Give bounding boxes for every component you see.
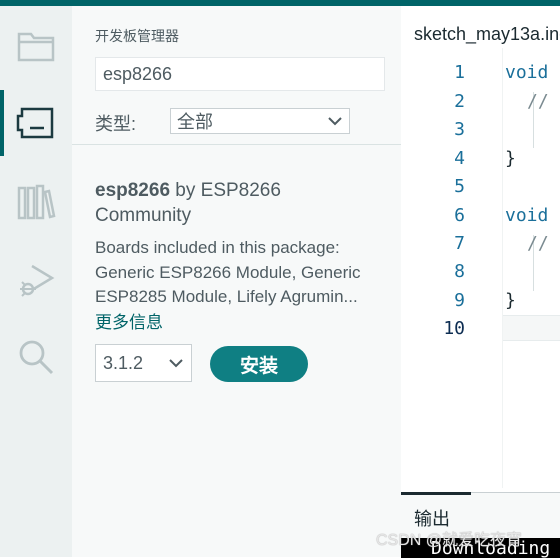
debug-icon [20, 264, 55, 297]
gutter-separator [502, 48, 503, 488]
debug-button[interactable] [0, 256, 72, 308]
install-button[interactable]: 安装 [210, 346, 308, 382]
code-editor[interactable]: sketch_may13a.ino 1 2 3 4 5 6 7 8 9 10 v… [401, 6, 560, 557]
package-description: Boards included in this package: Generic… [95, 236, 385, 310]
line-number: 2 [454, 91, 465, 112]
folder-icon [17, 32, 55, 62]
output-tab-indicator [401, 492, 471, 495]
line-number: 4 [454, 148, 465, 169]
desc-line: ESP8285 Module, Lifely Agrumin... [95, 287, 358, 306]
library-manager-button[interactable] [0, 176, 72, 228]
code-comment: // [527, 91, 549, 112]
type-filter-value: 全部 [177, 112, 213, 132]
line-number: 9 [454, 290, 465, 311]
code-line: } [505, 148, 516, 169]
editor-tab[interactable]: sketch_may13a.ino [414, 24, 560, 45]
line-number: 8 [454, 261, 465, 282]
line-number: 7 [454, 233, 465, 254]
version-select[interactable]: 3.1.2 [95, 344, 192, 382]
board-search-input[interactable] [95, 57, 385, 91]
search-button[interactable] [0, 331, 72, 383]
panel-title: 开发板管理器 [95, 28, 179, 44]
line-number: 3 [454, 119, 465, 140]
more-info-link[interactable]: 更多信息 [95, 308, 163, 333]
search-icon [19, 340, 54, 375]
activity-bar [0, 6, 72, 557]
line-number: 1 [454, 62, 465, 83]
line-number: 6 [454, 205, 465, 226]
current-line-highlight [502, 315, 560, 341]
package-author: by ESP8266 [175, 180, 281, 201]
code-comment: // [527, 233, 549, 254]
watermark: CSDN @就爱吃夜宵 [376, 532, 523, 549]
code-line: void [505, 205, 549, 226]
line-number: 5 [454, 176, 465, 197]
code-line: } [505, 290, 516, 311]
type-filter-select[interactable]: 全部 [170, 108, 350, 134]
package-title: esp8266 by ESP8266 Community [95, 178, 385, 228]
line-number: 10 [443, 318, 465, 339]
package-author-cont: Community [95, 205, 192, 226]
sketchbook-button[interactable] [0, 20, 72, 72]
desc-line: Generic ESP8266 Module, Generic [95, 262, 361, 282]
chevron-down-icon [169, 359, 183, 368]
code-line: void [505, 62, 549, 83]
version-value: 3.1.2 [103, 352, 144, 373]
chevron-down-icon [328, 117, 342, 126]
desc-line: Boards included in this package: [95, 238, 340, 257]
boards-manager-icon [16, 107, 54, 139]
package-name: esp8266 [95, 180, 171, 201]
boards-manager-button[interactable] [0, 97, 72, 149]
type-filter-label: 类型: [95, 114, 137, 134]
library-icon [17, 184, 56, 220]
boards-manager-panel: 开发板管理器 类型: 全部 esp8266 by ESP8266 Communi… [72, 6, 401, 557]
divider [72, 144, 401, 145]
